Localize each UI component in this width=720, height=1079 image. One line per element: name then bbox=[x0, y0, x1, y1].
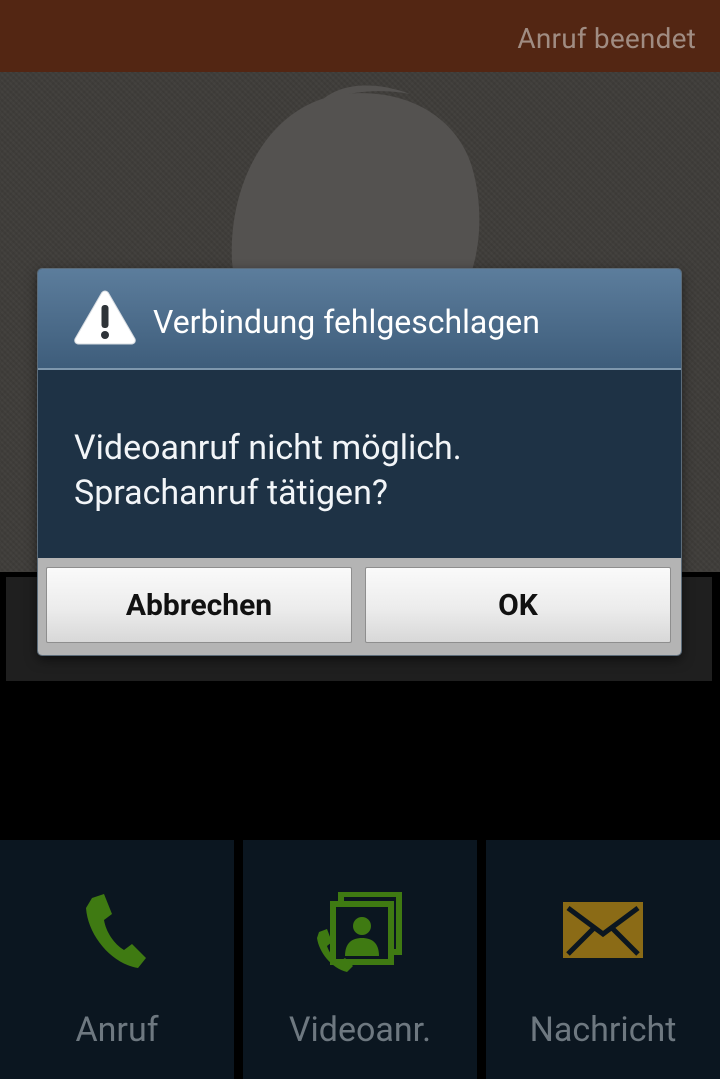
message-button[interactable]: Nachricht bbox=[486, 840, 720, 1079]
dialog-message-line-2: Sprachanruf tätigen? bbox=[74, 473, 388, 513]
call-button[interactable]: Anruf bbox=[0, 840, 234, 1079]
dialog-header: Verbindung fehlgeschlagen bbox=[38, 269, 681, 370]
dialog-message: Videoanruf nicht möglich. Sprachanruf tä… bbox=[74, 426, 654, 516]
cancel-button[interactable]: Abbrechen bbox=[46, 567, 352, 643]
dialog-body: Videoanruf nicht möglich. Sprachanruf tä… bbox=[38, 370, 681, 558]
connection-failed-dialog: Verbindung fehlgeschlagen Videoanruf nic… bbox=[38, 269, 681, 655]
dialog-title: Verbindung fehlgeschlagen bbox=[153, 303, 540, 341]
video-call-label: Videoanr. bbox=[288, 1010, 432, 1050]
video-call-button[interactable]: Videoanr. bbox=[243, 840, 477, 1079]
call-label: Anruf bbox=[75, 1010, 159, 1050]
message-label: Nachricht bbox=[529, 1010, 677, 1050]
video-call-icon bbox=[317, 892, 402, 972]
call-status-text: Anruf beendet bbox=[517, 22, 696, 55]
warning-icon bbox=[74, 290, 136, 345]
phone-icon bbox=[86, 894, 146, 968]
call-actions: Anruf Videoanr. Nachricht bbox=[0, 840, 720, 1079]
envelope-icon bbox=[563, 902, 643, 958]
call-ended-screen: Anruf beendet Verbindung fehlgeschlagen … bbox=[0, 0, 720, 1079]
dialog-button-bar: Abbrechen OK bbox=[38, 558, 681, 655]
call-status-bar: Anruf beendet bbox=[0, 0, 720, 72]
dialog-message-line-1: Videoanruf nicht möglich. bbox=[74, 428, 462, 468]
ok-button[interactable]: OK bbox=[365, 567, 671, 643]
